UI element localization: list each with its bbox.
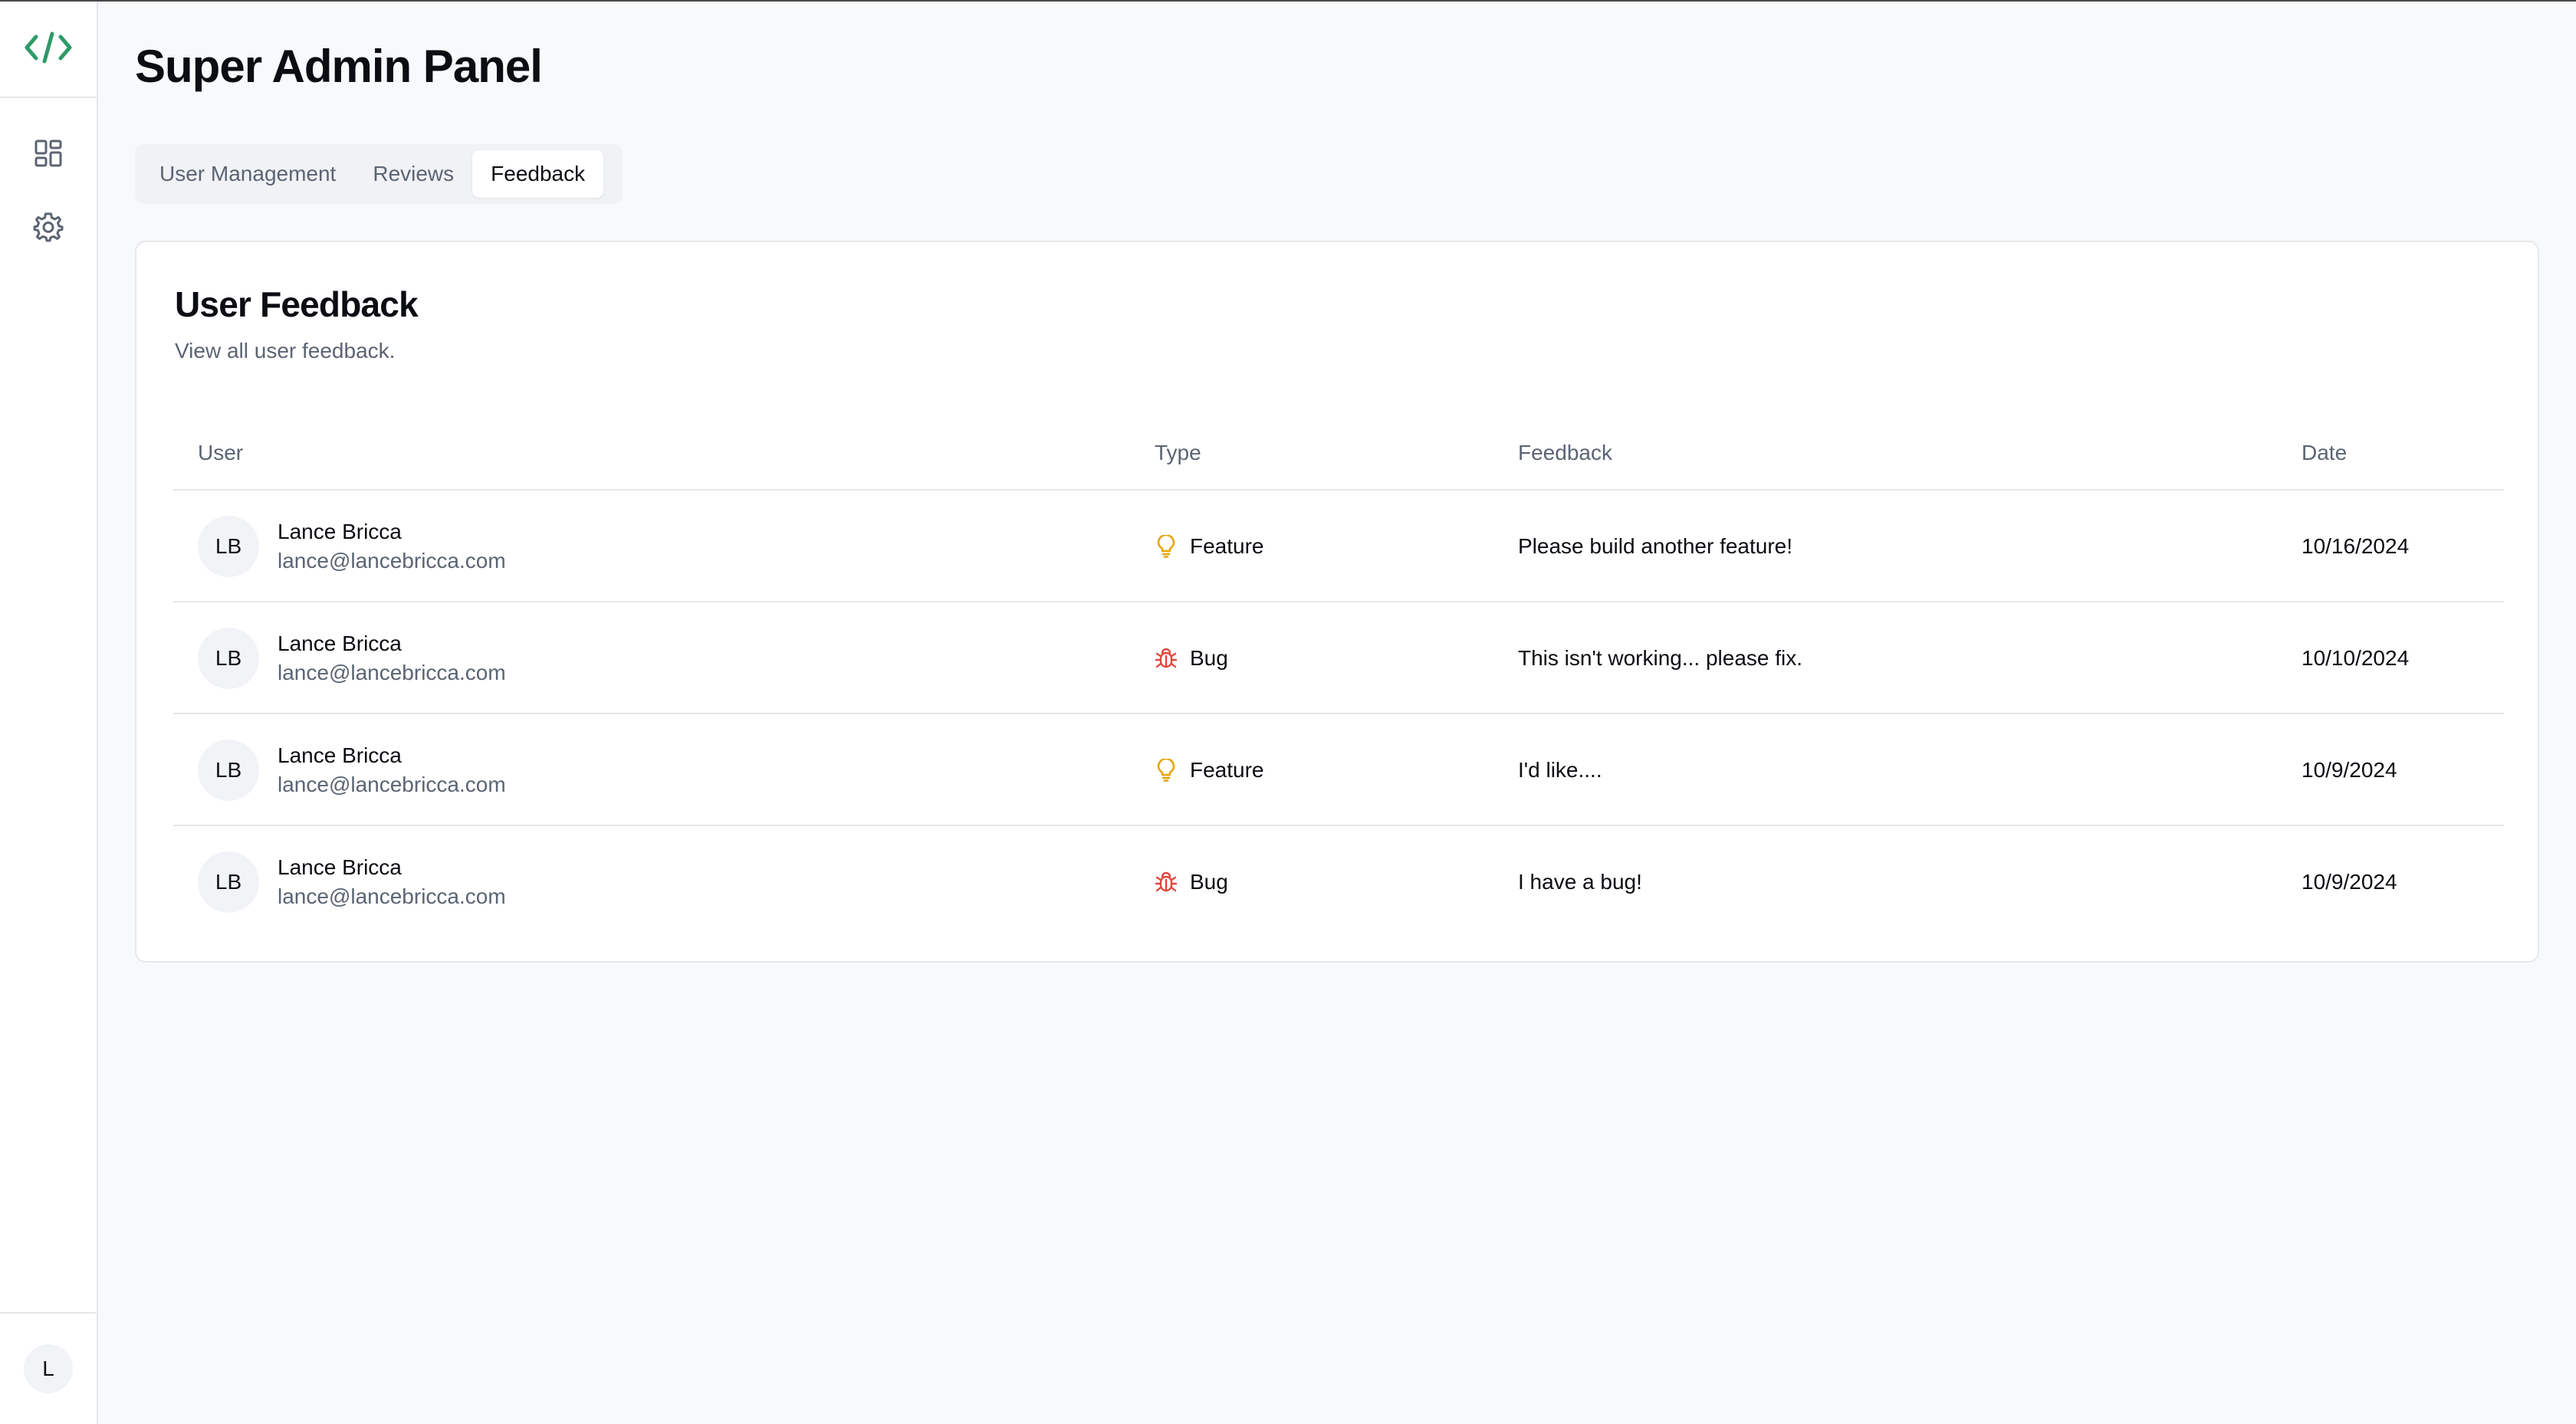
type-cell: Bug (1155, 602, 1228, 714)
date-text: 10/9/2024 (2302, 758, 2397, 782)
date-text: 10/10/2024 (2302, 646, 2410, 670)
type-cell: Feature (1155, 491, 1264, 602)
type-label: Feature (1190, 758, 1264, 782)
avatar: LB (198, 740, 259, 801)
sidebar-item-dashboard[interactable] (31, 138, 65, 172)
user-cell: LB Lance Bricca lance@lancebricca.com (198, 491, 506, 602)
header-date: Date (2302, 441, 2348, 464)
bug-icon (1155, 647, 1178, 670)
feedback-card: User Feedback View all user feedback. Us… (135, 241, 2539, 963)
tab-user-management[interactable]: User Management (141, 150, 354, 198)
user-name: Lance Bricca (278, 855, 402, 879)
user-name: Lance Bricca (278, 743, 402, 767)
tab-bar: User Management Reviews Feedback (135, 144, 623, 204)
user-avatar-initial: L (42, 1357, 54, 1380)
type-cell: Bug (1155, 826, 1228, 938)
sidebar-item-settings[interactable] (31, 212, 65, 245)
sidebar-footer: L (0, 1312, 97, 1424)
user-cell: LB Lance Bricca lance@lancebricca.com (198, 714, 506, 826)
tab-reviews[interactable]: Reviews (354, 150, 472, 198)
bug-icon (1155, 871, 1178, 894)
type-cell: Feature (1155, 714, 1264, 826)
date-text: 10/9/2024 (2302, 870, 2397, 894)
user-email: lance@lancebricca.com (278, 661, 506, 684)
user-cell: LB Lance Bricca lance@lancebricca.com (198, 602, 506, 714)
gear-icon (33, 212, 64, 246)
card-title: User Feedback (175, 284, 419, 324)
header-user: User (198, 441, 244, 464)
user-name: Lance Bricca (278, 632, 402, 655)
user-name: Lance Bricca (278, 520, 402, 543)
header-type: Type (1155, 441, 1201, 464)
app-logo[interactable] (0, 2, 97, 98)
user-email: lance@lancebricca.com (278, 884, 506, 908)
page-title: Super Admin Panel (135, 41, 543, 92)
user-email: lance@lancebricca.com (278, 549, 506, 573)
sidebar: L (0, 2, 98, 1424)
dashboard-grid-icon (34, 139, 63, 172)
date-text: 10/16/2024 (2302, 534, 2410, 558)
avatar: LB (198, 628, 259, 689)
avatar: LB (198, 516, 259, 577)
feedback-text: I have a bug! (1518, 870, 1642, 894)
table-row[interactable]: LB Lance Bricca lance@lancebricca.com Bu… (173, 826, 2504, 938)
feedback-text: I'd like.... (1518, 758, 1602, 782)
lightbulb-icon (1155, 759, 1178, 782)
type-label: Bug (1190, 646, 1228, 670)
table-header: User Type Feedback Date (173, 415, 2504, 491)
feedback-text: This isn't working... please fix. (1518, 646, 1803, 670)
tab-feedback[interactable]: Feedback (472, 150, 604, 198)
feedback-table: User Type Feedback Date LB Lance Bricca … (173, 415, 2504, 938)
avatar: LB (198, 851, 259, 913)
feedback-text: Please build another feature! (1518, 534, 1793, 558)
code-brackets-icon (24, 29, 73, 70)
window-top-border (0, 0, 2576, 2)
card-subtitle: View all user feedback. (175, 339, 396, 363)
type-label: Feature (1190, 534, 1264, 558)
table-row[interactable]: LB Lance Bricca lance@lancebricca.com Fe… (173, 491, 2504, 602)
table-row[interactable]: LB Lance Bricca lance@lancebricca.com Bu… (173, 602, 2504, 714)
header-feedback: Feedback (1518, 441, 1612, 464)
lightbulb-icon (1155, 535, 1178, 558)
table-row[interactable]: LB Lance Bricca lance@lancebricca.com Fe… (173, 714, 2504, 826)
user-email: lance@lancebricca.com (278, 773, 506, 796)
user-cell: LB Lance Bricca lance@lancebricca.com (198, 826, 506, 938)
user-avatar[interactable]: L (24, 1344, 73, 1393)
type-label: Bug (1190, 870, 1228, 894)
